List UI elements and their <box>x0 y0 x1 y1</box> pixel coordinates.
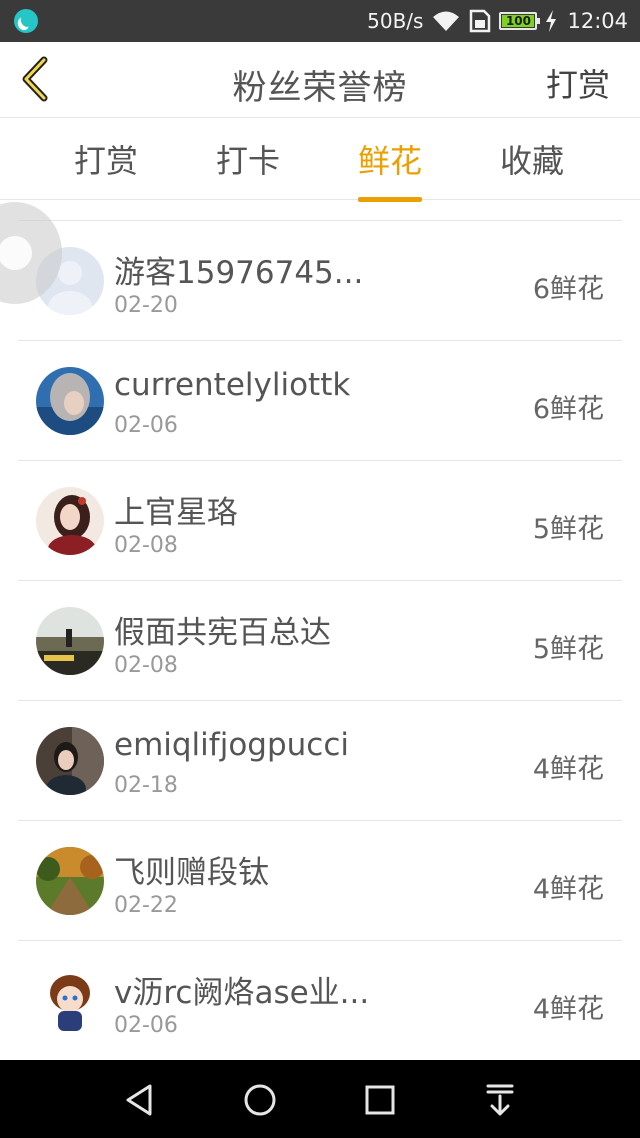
user-name: 飞则赠段钛 <box>114 855 269 891</box>
back-triangle-icon[interactable] <box>120 1080 160 1120</box>
avatar <box>36 967 104 1035</box>
list-item[interactable]: currentelyliottk 02-06 6鲜花 <box>18 341 622 461</box>
status-bar: 50B/s 100 12:04 <box>0 0 640 42</box>
user-name: currentelyliottk <box>114 367 351 403</box>
flower-count: 5鲜花 <box>532 634 604 665</box>
status-right: 50B/s 100 12:04 <box>367 0 628 42</box>
avatar <box>36 727 104 795</box>
date: 02-08 <box>114 653 178 678</box>
tab-favorites[interactable]: 收藏 <box>500 136 564 182</box>
avatar-image <box>36 727 104 795</box>
flower-count: 4鲜花 <box>532 754 604 785</box>
user-name: v沥rc阙烙ase业... <box>114 975 370 1011</box>
user-name: 假面共宪百总达 <box>114 615 331 651</box>
home-circle-icon[interactable] <box>240 1080 280 1120</box>
date: 02-22 <box>114 893 178 918</box>
date: 02-08 <box>114 533 178 558</box>
wifi-icon <box>433 11 460 31</box>
avatar-image <box>36 367 104 435</box>
list-item[interactable]: 假面共宪百总达 02-08 5鲜花 <box>18 581 622 701</box>
clock: 12:04 <box>567 9 628 33</box>
avatar <box>36 607 104 675</box>
header: 粉丝荣誉榜 打赏 <box>0 42 640 118</box>
flower-count: 4鲜花 <box>532 994 604 1025</box>
avatar <box>36 487 104 555</box>
charging-icon <box>546 10 557 32</box>
navigation-bar <box>0 1060 640 1138</box>
user-name: 游客15976745... <box>114 255 364 291</box>
fan-list: 游客15976745... 02-20 6鲜花 currentelyliottk… <box>18 220 622 1061</box>
avatar-image <box>36 607 104 675</box>
flower-count: 4鲜花 <box>532 874 604 905</box>
tab-checkin[interactable]: 打卡 <box>216 136 280 182</box>
app-notification-icon <box>14 9 38 33</box>
avatar-image <box>36 967 104 1035</box>
list-item[interactable]: emiqlifjogpucci 02-18 4鲜花 <box>18 701 622 821</box>
avatar-image <box>36 487 104 555</box>
date: 02-06 <box>114 1013 178 1038</box>
recents-square-icon[interactable] <box>360 1080 400 1120</box>
notification-pull-icon[interactable] <box>480 1080 520 1120</box>
list-item[interactable]: 上官星珞 02-08 5鲜花 <box>18 461 622 581</box>
tab-bar: 打赏 打卡 鲜花 收藏 <box>0 118 640 202</box>
avatar <box>36 367 104 435</box>
battery-icon: 100 <box>499 12 541 30</box>
screen: 50B/s 100 12:04 粉丝荣誉榜 打赏 打赏 打卡 鲜花 收藏 游客1… <box>0 0 640 1138</box>
flower-count: 6鲜花 <box>532 274 604 305</box>
date: 02-06 <box>114 413 178 438</box>
network-speed: 50B/s <box>367 9 424 33</box>
tab-flowers[interactable]: 鲜花 <box>358 136 423 202</box>
flower-count: 6鲜花 <box>532 394 604 425</box>
list-item[interactable]: 飞则赠段钛 02-22 4鲜花 <box>18 821 622 941</box>
list-item[interactable]: v沥rc阙烙ase业... 02-06 4鲜花 <box>18 941 622 1061</box>
tab-flowers-label: 鲜花 <box>358 142 423 180</box>
list-item[interactable]: 游客15976745... 02-20 6鲜花 <box>18 221 622 341</box>
flower-count: 5鲜花 <box>532 514 604 545</box>
battery-level: 100 <box>505 14 531 28</box>
avatar-image <box>36 847 104 915</box>
user-name: 上官星珞 <box>114 495 238 531</box>
page-title: 粉丝荣誉榜 <box>232 68 408 108</box>
user-name: emiqlifjogpucci <box>114 727 349 763</box>
date: 02-20 <box>114 293 178 318</box>
sim-icon <box>470 9 491 33</box>
avatar <box>36 847 104 915</box>
tab-reward[interactable]: 打赏 <box>74 136 138 182</box>
reward-button[interactable]: 打赏 <box>546 60 610 106</box>
date: 02-18 <box>114 773 178 798</box>
active-tab-indicator <box>358 197 423 202</box>
